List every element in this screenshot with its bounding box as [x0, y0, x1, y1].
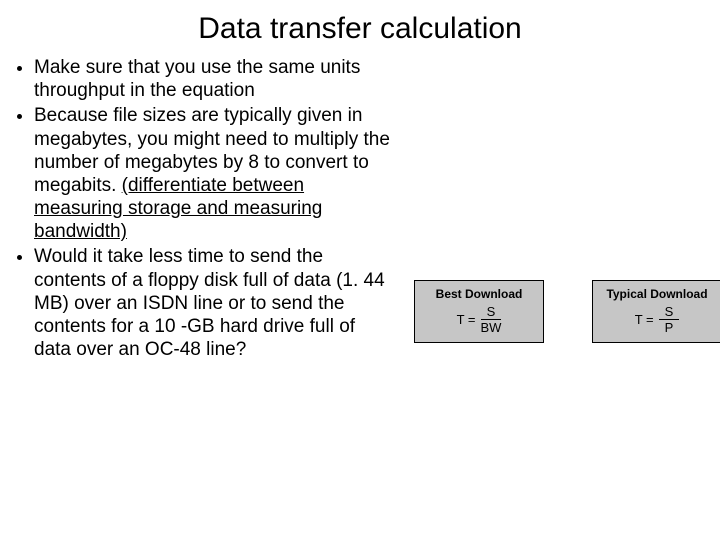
fraction: S BW	[480, 305, 501, 334]
content-row: Make sure that you use the same units th…	[12, 52, 708, 452]
fraction-denominator: P	[665, 320, 674, 334]
formula-equation: T = S BW	[423, 305, 535, 334]
list-item: Would it take less time to send the cont…	[34, 245, 394, 361]
formula-title: Best Download	[423, 287, 535, 301]
formula-typical-download: Typical Download T = S P	[592, 280, 720, 343]
list-item: Because file sizes are typically given i…	[34, 104, 394, 243]
formula-lhs: T =	[635, 312, 654, 327]
formula-title: Typical Download	[601, 287, 713, 301]
page-title: Data transfer calculation	[12, 12, 708, 46]
fraction-numerator: S	[481, 305, 502, 320]
bullet-list: Make sure that you use the same units th…	[12, 56, 394, 363]
slide: Data transfer calculation Make sure that…	[0, 0, 720, 540]
list-item: Make sure that you use the same units th…	[34, 56, 394, 102]
fraction: S P	[659, 305, 680, 334]
formula-lhs: T =	[457, 312, 476, 327]
fraction-denominator: BW	[480, 320, 501, 334]
formula-equation: T = S P	[601, 305, 713, 334]
figures-area: Best Download T = S BW Typical Download …	[394, 52, 708, 452]
formula-best-download: Best Download T = S BW	[414, 280, 544, 343]
fraction-numerator: S	[659, 305, 680, 320]
